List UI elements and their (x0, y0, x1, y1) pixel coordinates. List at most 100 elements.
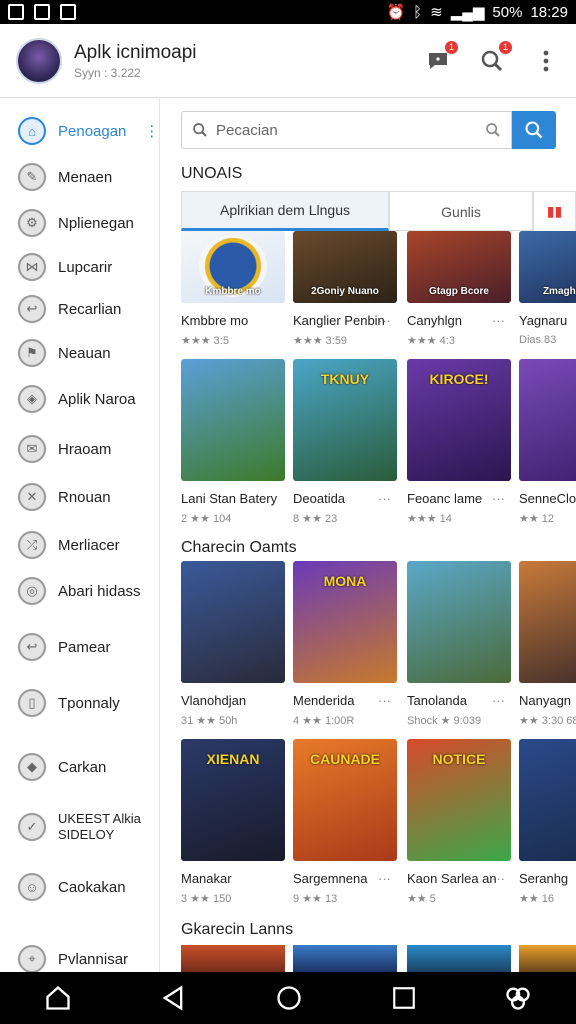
app-art-title: 2Goniy Nuano (311, 286, 379, 297)
app-card[interactable]: Lani Stan Batery 2 ★★ 104 (181, 359, 285, 525)
app-thumbnail[interactable]: Kmbbre mo (181, 231, 285, 303)
app-card[interactable]: Kmbbre mo Kmbbre mo ★★★ 3:5 (181, 231, 285, 347)
sidebar-item[interactable]: ✓ UKEEST Alkia SIDELOY (18, 811, 141, 842)
app-card[interactable]: CAUNADE Sargemnena 9 ★★ 13 ··· (293, 739, 397, 905)
app-thumbnail[interactable]: CAUNADE (293, 739, 397, 861)
more-options-icon[interactable]: ··· (492, 693, 505, 708)
sidebar-item[interactable]: ✕ Rnouan (18, 483, 111, 511)
tab-more[interactable]: ▮▮ (533, 191, 576, 231)
app-thumbnail[interactable]: NOTICE (407, 739, 511, 861)
app-card[interactable]: Vlanohdjan 31 ★★ 50h (181, 561, 285, 727)
app-card[interactable]: NOTICE Kaon Sarlea an ★★ 5 ··· (407, 739, 511, 905)
sidebar-item-label: Recarlian (58, 300, 122, 318)
recents-icon[interactable] (391, 985, 417, 1011)
more-options-button[interactable] (532, 47, 560, 75)
app-card[interactable]: Nanyagn ★★ 3:30 68n (519, 561, 576, 727)
app-card[interactable]: Zmaghneap Yagnaru Dias 83 (519, 231, 576, 346)
app-rating: ★★★ 14 (407, 513, 452, 525)
shuffle-icon: ⤮ (18, 531, 46, 559)
app-card-preview[interactable] (293, 945, 397, 972)
app-thumbnail[interactable]: KIROCE! (407, 359, 511, 481)
app-card-preview[interactable] (407, 945, 511, 972)
home-circle-icon[interactable] (275, 984, 303, 1012)
sidebar-item[interactable]: ⋈ Lupcarir (18, 253, 112, 281)
app-card[interactable]: KIROCE! Feoanc lame ★★★ 14 ··· (407, 359, 511, 525)
more-vert-icon[interactable]: ⋮ (144, 122, 159, 140)
sidebar-item[interactable]: ◎ Abari hidass (18, 577, 141, 605)
app-thumbnail[interactable]: MONA (293, 561, 397, 683)
tab-games[interactable]: Gunlis (389, 191, 533, 231)
app-thumbnail[interactable] (407, 561, 511, 683)
sidebar-item[interactable]: ⚑ Neauan (18, 339, 111, 367)
sidebar-item[interactable]: ↩ Recarlian (18, 295, 121, 323)
app-art-title: Zmaghneap (542, 286, 576, 297)
more-options-icon[interactable]: ··· (492, 491, 505, 506)
search-button[interactable]: 1 (478, 40, 512, 75)
more-options-icon[interactable]: ··· (378, 491, 391, 506)
app-card[interactable]: MONA Menderida 4 ★★ 1:00R ··· (293, 561, 397, 727)
more-options-icon[interactable]: ··· (378, 871, 391, 886)
app-thumbnail[interactable] (519, 561, 576, 683)
network-icon: ⋈ (18, 253, 46, 281)
chat-button[interactable]: 1 (424, 40, 458, 75)
app-card[interactable]: Tanolanda Shock ★ 9:039 ··· (407, 561, 511, 727)
app-card[interactable]: SenneClo ★★ 12 (519, 359, 576, 525)
app-card[interactable]: XIENAN Manakar 3 ★★ 150 (181, 739, 285, 905)
app-thumbnail[interactable]: XIENAN (181, 739, 285, 861)
sidebar-item[interactable]: ↩ Pamear (18, 633, 111, 661)
sidebar-item[interactable]: ✎ Menaen (18, 163, 112, 191)
gallery-icon (34, 4, 50, 20)
app-thumbnail[interactable]: TKNUY (293, 359, 397, 481)
app-name: Lani Stan Batery (181, 491, 278, 506)
app-rating: Shock ★ 9:039 (407, 715, 482, 727)
app-card[interactable]: TKNUY Deoatida 8 ★★ 23 ··· (293, 359, 397, 525)
close-box-icon: ✕ (18, 483, 46, 511)
sidebar-item[interactable]: ⤮ Merliacer (18, 531, 120, 559)
app-thumbnail[interactable] (519, 739, 576, 861)
app-thumbnail[interactable] (181, 561, 285, 683)
app-card[interactable]: 2Goniy Nuano Kanglier Penbin ★★★ 3:59 ··· (293, 231, 397, 347)
sidebar-item[interactable]: ✉ Hraoam (18, 435, 111, 463)
sidebar-item[interactable]: ◆ Carkan (18, 753, 106, 781)
wifi-icon: ≋ (430, 4, 443, 21)
more-options-icon[interactable]: ··· (492, 313, 505, 328)
home-icon[interactable] (44, 984, 72, 1012)
sidebar-item-label: Lupcarir (58, 258, 113, 276)
sidebar-item[interactable]: ⌖ Pvlannisar (18, 945, 128, 972)
search-small-icon (486, 123, 500, 137)
sidebar-item-label: Hraoam (58, 440, 112, 458)
sidebar-item-label: Menaen (58, 168, 113, 186)
assistant-icon[interactable] (504, 984, 532, 1012)
search-input[interactable]: Pecacian (181, 111, 512, 149)
sidebar-item[interactable]: ◈ Aplik Naroa (18, 385, 136, 413)
app-art-title: Gtagp Bcore (428, 286, 489, 297)
app-card[interactable]: Seranhg ★★ 16 (519, 739, 576, 905)
edit-icon: ✎ (18, 163, 46, 191)
search-submit-button[interactable] (512, 111, 556, 149)
more-options-icon[interactable]: ··· (492, 871, 505, 886)
more-options-icon[interactable]: ··· (378, 693, 391, 708)
app-thumbnail[interactable]: Gtagp Bcore (407, 231, 511, 303)
more-options-icon[interactable]: ··· (378, 313, 391, 328)
app-thumbnail[interactable]: 2Goniy Nuano (293, 231, 397, 303)
app-rating: 2 ★★ 104 (181, 513, 232, 525)
sidebar-item[interactable]: ⚙ Nplienegan (18, 209, 134, 237)
app-card-preview[interactable] (519, 945, 576, 972)
app-name: Manakar (181, 871, 232, 886)
sidebar-item[interactable]: ⌂ Penoagan ⋮ (18, 117, 159, 145)
app-card-preview[interactable] (181, 945, 285, 972)
back-icon[interactable] (159, 984, 187, 1012)
alarm-icon: ⏰ (386, 4, 406, 21)
sidebar-item-label: Nplienegan (58, 214, 134, 232)
app-name: Yagnaru (519, 313, 568, 328)
app-card[interactable]: Gtagp Bcore Canyhlgn ★★★ 4:3 ··· (407, 231, 511, 347)
app-thumbnail[interactable] (181, 359, 285, 481)
app-thumbnail[interactable]: Zmaghneap (519, 231, 576, 303)
avatar[interactable] (16, 37, 62, 84)
tab-applications[interactable]: Aplrikian dem Llngus (181, 191, 389, 231)
app-thumbnail[interactable] (519, 359, 576, 481)
sidebar-item[interactable]: ☺ Caokakan (18, 873, 126, 901)
app-name: SenneClo (519, 491, 576, 506)
sidebar-item[interactable]: ▯ Tponnaly (18, 689, 120, 717)
search-icon (525, 121, 543, 139)
